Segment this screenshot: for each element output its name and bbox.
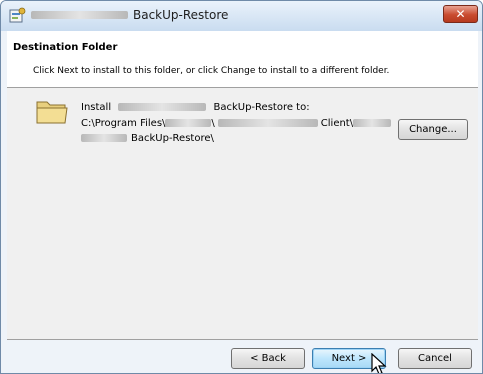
redacted-text — [81, 134, 127, 142]
installer-window: BackUp-Restore ✕ Destination Folder Clic… — [0, 0, 483, 374]
window-title: BackUp-Restore — [133, 8, 229, 22]
title-bar: BackUp-Restore ✕ — [1, 1, 482, 31]
install-line: Install BackUp-Restore to: — [81, 102, 310, 113]
footer-divider — [7, 339, 478, 340]
installer-icon — [9, 7, 26, 23]
redacted-text — [165, 119, 212, 127]
folder-icon — [36, 101, 68, 124]
page-description: Click Next to install to this folder, or… — [33, 66, 390, 76]
redacted-text — [118, 103, 207, 111]
header-panel: Destination Folder Click Next to install… — [7, 31, 478, 88]
redacted-text — [217, 119, 318, 127]
close-button[interactable]: ✕ — [443, 5, 478, 23]
path-end: BackUp-Restore\ — [131, 133, 214, 144]
path-prefix: C:\Program Files\ — [81, 118, 166, 129]
install-path: C:\Program Files\ \ Client\ — [81, 118, 392, 129]
close-icon: ✕ — [455, 7, 466, 21]
cancel-button[interactable]: Cancel — [398, 348, 472, 369]
path-client: Client\ — [320, 118, 354, 129]
change-button[interactable]: Change... — [398, 119, 468, 140]
redacted-text — [353, 119, 392, 127]
title-redacted — [31, 11, 128, 19]
mouse-cursor-icon — [371, 353, 387, 373]
back-button[interactable]: < Back — [231, 348, 305, 369]
install-target: BackUp-Restore to: — [213, 102, 310, 113]
path-separator: \ — [211, 118, 215, 129]
install-path-end: BackUp-Restore\ — [81, 133, 214, 144]
page-title: Destination Folder — [13, 42, 118, 53]
content-panel: Install BackUp-Restore to: C:\Program Fi… — [7, 88, 478, 339]
install-label: Install — [81, 102, 112, 113]
